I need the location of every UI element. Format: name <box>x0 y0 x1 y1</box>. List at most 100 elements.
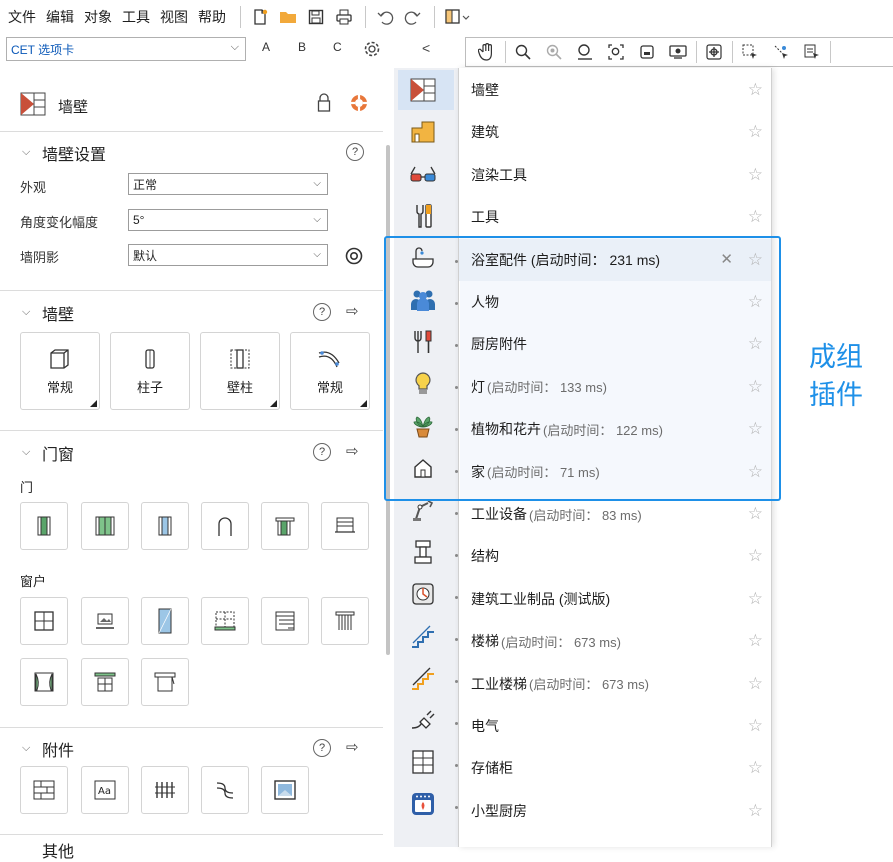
tools-icon[interactable] <box>408 201 438 231</box>
new-file-icon[interactable] <box>249 6 271 28</box>
window-grid-tile[interactable] <box>20 597 68 645</box>
tab-select[interactable]: CET 选项卡 ⌵ <box>6 37 246 61</box>
favorite-star-icon[interactable]: ☆ <box>748 801 763 821</box>
single-door-tile[interactable] <box>20 502 68 550</box>
plugin-list-item[interactable]: 建筑 ☆ <box>459 111 771 153</box>
roller-window-tile[interactable] <box>141 658 189 706</box>
industrial-product-icon[interactable] <box>408 579 438 609</box>
favorite-star-icon[interactable]: ☆ <box>748 546 763 566</box>
angle-step-select[interactable]: 5° ⌵ <box>128 209 328 231</box>
zoom-icon[interactable] <box>510 41 536 63</box>
small-kitchen-icon[interactable] <box>408 789 438 819</box>
gear-icon[interactable] <box>362 39 382 62</box>
wall-regular-tile[interactable]: 常规 <box>20 332 100 410</box>
favorite-star-icon[interactable]: ☆ <box>748 207 763 227</box>
undock-icon[interactable]: ⇨ <box>346 302 359 320</box>
plugin-list-item[interactable]: 楼梯 (启动时间： 673 ms) ☆ <box>459 620 771 662</box>
help-icon[interactable]: ? <box>313 739 331 757</box>
railing-tile[interactable] <box>201 766 249 814</box>
plugin-list-item[interactable]: 墙壁 ☆ <box>459 69 771 111</box>
menu-edit[interactable]: 编辑 <box>46 7 74 27</box>
3d-glasses-icon[interactable] <box>408 159 438 189</box>
menu-object[interactable]: 对象 <box>84 7 112 27</box>
favorite-star-icon[interactable]: ☆ <box>748 122 763 142</box>
curtain-window-tile[interactable] <box>20 658 68 706</box>
layout-icon[interactable] <box>443 6 473 28</box>
picture-window-tile[interactable] <box>81 597 129 645</box>
help-icon[interactable]: ? <box>313 443 331 461</box>
pan-hand-icon[interactable] <box>474 41 500 63</box>
redo-icon[interactable] <box>402 6 424 28</box>
stairs-icon[interactable] <box>408 621 438 651</box>
picture-frame-tile[interactable] <box>261 766 309 814</box>
collapse-chevron-icon[interactable]: ⌵ <box>22 306 30 319</box>
wall-shadow-select[interactable]: 默认 ⌵ <box>128 244 328 266</box>
collapse-chevron-icon[interactable]: ⌵ <box>22 446 30 459</box>
favorite-star-icon[interactable]: ☆ <box>748 674 763 694</box>
plugin-list-item[interactable]: 工业楼梯 (启动时间： 673 ms) ☆ <box>459 663 771 705</box>
select-all-icon[interactable] <box>799 41 825 63</box>
menu-tools[interactable]: 工具 <box>122 7 150 27</box>
collapse-chevron-icon[interactable]: ⌵ <box>22 742 30 755</box>
select-crossing-icon[interactable] <box>768 41 794 63</box>
undock-icon[interactable]: ⇨ <box>346 738 359 756</box>
undo-icon[interactable] <box>374 6 396 28</box>
awning-window-tile[interactable] <box>81 658 129 706</box>
wall-brick-icon[interactable] <box>408 75 438 105</box>
menu-file[interactable]: 文件 <box>8 7 36 27</box>
plugin-list-item[interactable]: 工具 ☆ <box>459 196 771 238</box>
plugin-list-item[interactable]: 小型厨房 ☆ <box>459 790 771 832</box>
zoom-dynamic-icon[interactable] <box>572 41 598 63</box>
menu-view[interactable]: 视图 <box>160 7 188 27</box>
tab-b-button[interactable]: B <box>298 40 306 54</box>
double-door-tile[interactable] <box>81 502 129 550</box>
industrial-stairs-icon[interactable] <box>408 663 438 693</box>
structure-icon[interactable] <box>408 537 438 567</box>
plugin-list-item[interactable]: 存储柜 ☆ <box>459 747 771 789</box>
tab-c-button[interactable]: C <box>333 40 342 54</box>
column-tile[interactable]: 柱子 <box>110 332 190 410</box>
glass-door-tile[interactable] <box>141 502 189 550</box>
collapse-panel-button[interactable]: < <box>422 40 430 56</box>
favorite-star-icon[interactable]: ☆ <box>748 589 763 609</box>
favorite-star-icon[interactable]: ☆ <box>748 504 763 524</box>
arch-opening-tile[interactable] <box>201 502 249 550</box>
target-settings-icon[interactable] <box>344 246 364 269</box>
favorite-star-icon[interactable]: ☆ <box>748 165 763 185</box>
vertical-blind-tile[interactable] <box>321 597 369 645</box>
undock-icon[interactable]: ⇨ <box>346 442 359 460</box>
zoom-extents-icon[interactable] <box>665 41 691 63</box>
print-icon[interactable] <box>333 6 355 28</box>
plugin-list-item[interactable]: 电气 ☆ <box>459 705 771 747</box>
zoom-window-icon[interactable] <box>603 41 629 63</box>
select-window-icon[interactable] <box>737 41 763 63</box>
plugin-list-item[interactable]: 结构 ☆ <box>459 535 771 577</box>
favorite-star-icon[interactable]: ☆ <box>748 758 763 778</box>
menu-help[interactable]: 帮助 <box>198 7 226 27</box>
favorite-star-icon[interactable]: ☆ <box>748 716 763 736</box>
blind-window-tile[interactable] <box>261 597 309 645</box>
save-icon[interactable] <box>305 6 327 28</box>
curved-wall-tile[interactable]: 常规 <box>290 332 370 410</box>
brick-pattern-tile[interactable] <box>20 766 68 814</box>
building-icon[interactable] <box>408 117 438 147</box>
open-folder-icon[interactable] <box>277 6 299 28</box>
appearance-select[interactable]: 正常 ⌵ <box>128 173 328 195</box>
favorite-star-icon[interactable]: ☆ <box>748 80 763 100</box>
storage-cabinet-icon[interactable] <box>408 747 438 777</box>
zoom-all-icon[interactable] <box>701 41 727 63</box>
help-icon[interactable]: ? <box>313 303 331 321</box>
text-label-tile[interactable]: Aa <box>81 766 129 814</box>
fence-tile[interactable] <box>141 766 189 814</box>
power-plug-icon[interactable] <box>408 705 438 735</box>
pilaster-tile[interactable]: 壁柱 <box>200 332 280 410</box>
tab-a-button[interactable]: A <box>262 40 270 54</box>
plugin-list-item[interactable]: 建筑工业制品 (测试版) ☆ <box>459 578 771 620</box>
zoom-object-icon[interactable] <box>634 41 660 63</box>
lock-icon[interactable] <box>316 93 332 116</box>
plugin-list-item[interactable]: 渲染工具 ☆ <box>459 154 771 196</box>
folding-door-tile[interactable] <box>321 502 369 550</box>
help-icon[interactable]: ? <box>346 143 364 161</box>
favorite-star-icon[interactable]: ☆ <box>748 631 763 651</box>
tall-window-tile[interactable] <box>141 597 189 645</box>
